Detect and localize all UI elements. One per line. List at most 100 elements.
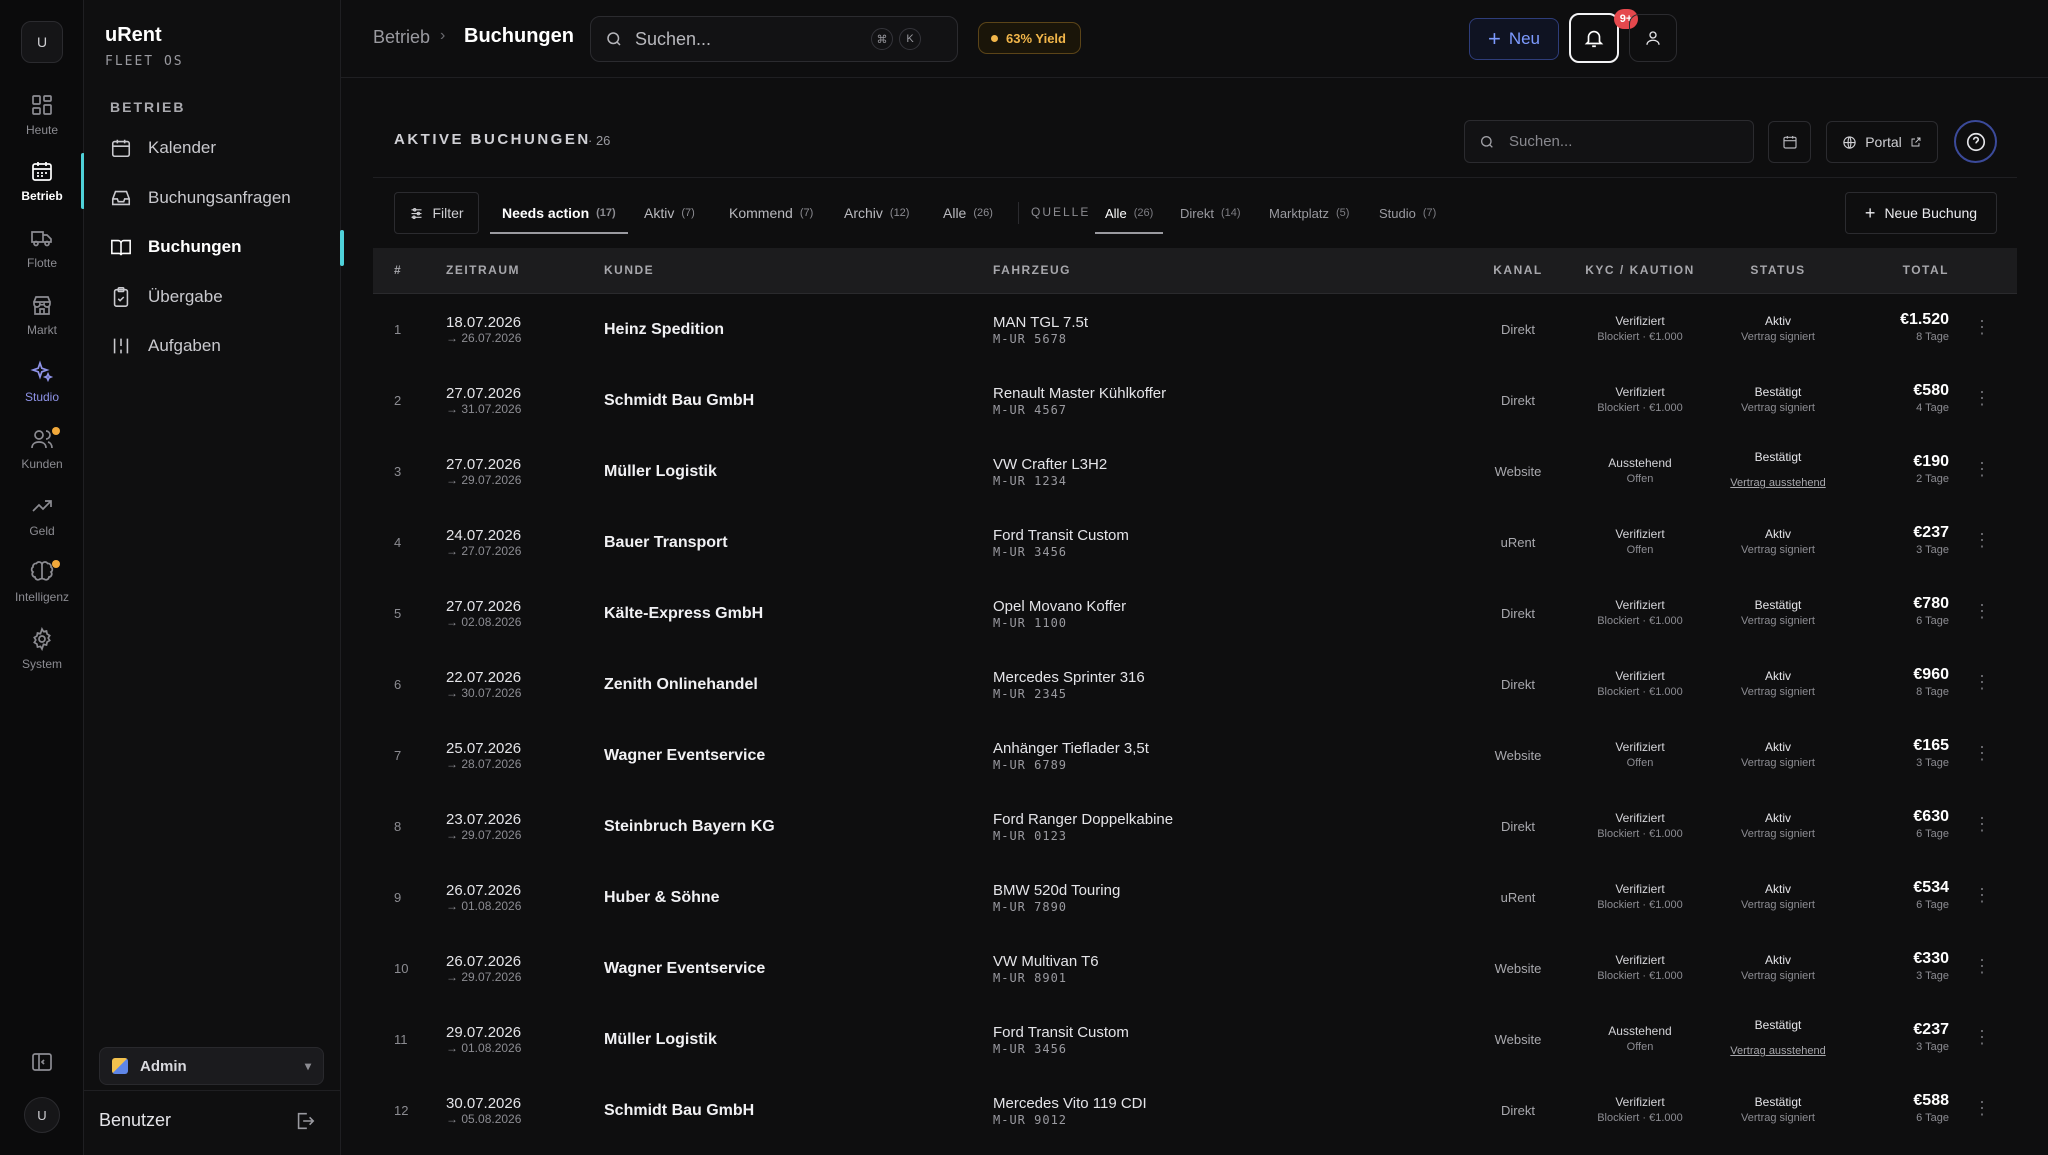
tab-alle[interactable]: Alle (26) [943,192,993,234]
table-row[interactable]: 1 18.07.2026 → 26.07.2026 Heinz Speditio… [373,294,2017,365]
rail-item-flotte[interactable]: Flotte [0,220,84,282]
tab-aktiv[interactable]: Aktiv (7) [644,192,695,234]
new-booking-button[interactable]: + Neue Buchung [1845,192,1997,234]
column-header-number[interactable]: # [394,263,402,277]
rail-item-intelligenz[interactable]: Intelligenz [0,554,84,616]
sidebar-item-buchungen[interactable]: Buchungen [110,227,344,267]
vehicle-name[interactable]: Mercedes Sprinter 316 [993,669,1145,686]
search-input[interactable] [635,28,865,50]
table-row[interactable]: 10 26.07.2026 → 29.07.2026 Wagner Events… [373,933,2017,1004]
vehicle-name[interactable]: VW Crafter L3H2 [993,456,1107,473]
column-header-kyc[interactable]: KYC / KAUTION [1560,263,1720,277]
column-header-kunde[interactable]: KUNDE [604,263,654,277]
table-row[interactable]: 12 30.07.2026 → 05.08.2026 Schmidt Bau G… [373,1075,2017,1146]
breadcrumb-parent[interactable]: Betrieb [373,27,430,48]
panel-search[interactable] [1464,120,1754,163]
vehicle-name[interactable]: Mercedes Vito 119 CDI [993,1095,1147,1112]
global-search[interactable]: ⌘ K [590,16,958,62]
table-row[interactable]: 8 23.07.2026 → 29.07.2026 Steinbruch Bay… [373,791,2017,862]
rail-item-kunden[interactable]: Kunden [0,421,84,483]
rail-item-heute[interactable]: Heute [0,87,84,149]
more-menu-icon[interactable]: ⋮ [1973,957,1991,978]
customer-name[interactable]: Steinbruch Bayern KG [604,818,775,836]
contract-status[interactable]: Vertrag ausstehend [1703,1045,1853,1057]
rail-item-geld[interactable]: Geld [0,488,84,550]
source-tab-direkt[interactable]: Direkt (14) [1180,192,1241,234]
more-menu-icon[interactable]: ⋮ [1973,318,1991,339]
source-tab-marktplatz[interactable]: Marktplatz (5) [1269,192,1349,234]
sidebar-item-aufgaben[interactable]: Aufgaben [110,326,340,366]
vehicle-name[interactable]: Ford Transit Custom [993,1024,1129,1041]
filter-button[interactable]: Filter [394,192,479,234]
rail-item-system[interactable]: System [0,621,84,683]
sidebar-toggle-icon[interactable] [30,1050,54,1074]
table-row[interactable]: 11 29.07.2026 → 01.08.2026 Müller Logist… [373,1004,2017,1075]
customer-name[interactable]: Schmidt Bau GmbH [604,1102,754,1120]
rail-item-studio[interactable]: Studio [0,354,84,416]
new-button[interactable]: + Neu [1469,18,1559,60]
source-tab-studio[interactable]: Studio (7) [1379,192,1436,234]
logout-icon[interactable] [294,1110,316,1132]
table-row[interactable]: 7 25.07.2026 → 28.07.2026 Wagner Eventse… [373,720,2017,791]
more-menu-icon[interactable]: ⋮ [1973,886,1991,907]
user-avatar[interactable]: U [24,1097,60,1133]
table-row[interactable]: 6 22.07.2026 → 30.07.2026 Zenith Onlineh… [373,649,2017,720]
customer-name[interactable]: Wagner Eventservice [604,960,765,978]
notifications-button[interactable] [1569,13,1619,63]
workspace-avatar[interactable]: U [21,21,63,63]
column-header-kanal[interactable]: KANAL [1473,263,1563,277]
date-picker-button[interactable] [1768,121,1811,163]
customer-name[interactable]: Müller Logistik [604,1031,717,1049]
customer-name[interactable]: Müller Logistik [604,463,717,481]
vehicle-name[interactable]: MAN TGL 7.5t [993,314,1088,331]
customer-name[interactable]: Bauer Transport [604,534,728,552]
contract-status[interactable]: Vertrag ausstehend [1703,477,1853,489]
vehicle-name[interactable]: VW Multivan T6 [993,953,1099,970]
vehicle-name[interactable]: Anhänger Tieflader 3,5t [993,740,1149,757]
vehicle-name[interactable]: BMW 520d Touring [993,882,1120,899]
source-tab-alle[interactable]: Alle (26) [1094,192,1164,234]
tab-archiv[interactable]: Archiv (12) [844,192,909,234]
sidebar-item-kalender[interactable]: Kalender [110,128,340,168]
profile-button[interactable] [1629,14,1677,62]
sidebar-item-uebergabe[interactable]: Übergabe [110,277,340,317]
table-row[interactable]: 4 24.07.2026 → 27.07.2026 Bauer Transpor… [373,507,2017,578]
more-menu-icon[interactable]: ⋮ [1973,1099,1991,1120]
more-menu-icon[interactable]: ⋮ [1973,1028,1991,1049]
yield-badge[interactable]: 63% Yield [978,22,1081,54]
column-header-zeitraum[interactable]: ZEITRAUM [446,263,520,277]
portal-button[interactable]: Portal [1826,121,1938,163]
rail-item-markt[interactable]: Markt [0,287,84,349]
more-menu-icon[interactable]: ⋮ [1973,460,1991,481]
table-row[interactable]: 2 27.07.2026 → 31.07.2026 Schmidt Bau Gm… [373,365,2017,436]
vehicle-name[interactable]: Renault Master Kühlkoffer [993,385,1166,402]
vehicle-name[interactable]: Opel Movano Koffer [993,598,1126,615]
column-header-status[interactable]: STATUS [1703,263,1853,277]
customer-name[interactable]: Kälte-Express GmbH [604,605,763,623]
more-menu-icon[interactable]: ⋮ [1973,815,1991,836]
more-menu-icon[interactable]: ⋮ [1973,602,1991,623]
panel-search-input[interactable] [1509,133,1729,150]
vehicle-name[interactable]: Ford Ranger Doppelkabine [993,811,1173,828]
more-menu-icon[interactable]: ⋮ [1973,531,1991,552]
tab-kommend[interactable]: Kommend (7) [729,192,813,234]
more-menu-icon[interactable]: ⋮ [1973,389,1991,410]
customer-name[interactable]: Zenith Onlinehandel [604,676,758,694]
table-row[interactable]: 3 27.07.2026 → 29.07.2026 Müller Logisti… [373,436,2017,507]
table-row[interactable]: 5 27.07.2026 → 02.08.2026 Kälte-Express … [373,578,2017,649]
more-menu-icon[interactable]: ⋮ [1973,744,1991,765]
column-header-fahrzeug[interactable]: FAHRZEUG [993,263,1071,277]
vehicle-name[interactable]: Ford Transit Custom [993,527,1129,544]
customer-name[interactable]: Heinz Spedition [604,321,724,339]
more-menu-icon[interactable]: ⋮ [1973,673,1991,694]
help-button[interactable] [1954,120,1997,163]
rail-item-betrieb[interactable]: Betrieb [0,153,85,215]
customer-name[interactable]: Schmidt Bau GmbH [604,392,754,410]
tab-needs-action[interactable]: Needs action (17) [490,192,628,234]
sidebar-item-buchungsanfragen[interactable]: Buchungsanfragen [110,178,340,218]
table-row[interactable]: 9 26.07.2026 → 01.08.2026 Huber & Söhne … [373,862,2017,933]
customer-name[interactable]: Huber & Söhne [604,889,720,907]
column-header-total[interactable]: TOTAL [1903,263,1949,277]
role-select[interactable]: Admin ▾ [99,1047,324,1085]
customer-name[interactable]: Wagner Eventservice [604,747,765,765]
